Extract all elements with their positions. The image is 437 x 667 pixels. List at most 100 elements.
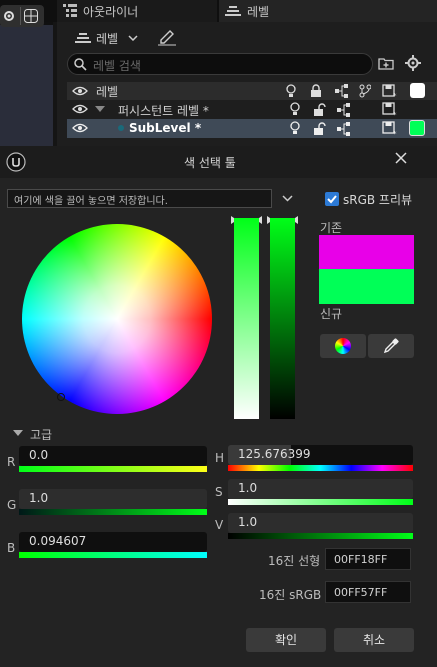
settings-icon[interactable]	[405, 55, 421, 71]
r-label: R	[7, 455, 16, 469]
h-label: H	[215, 451, 225, 465]
svg-text:*: *	[393, 130, 397, 137]
hex-linear-input[interactable]: 00FF18FF	[325, 548, 411, 570]
g-value: 1.0	[29, 491, 49, 505]
v-input[interactable]: 1.0	[228, 513, 413, 533]
hierarchy-icon[interactable]	[337, 122, 353, 136]
hex-linear-value: 00FF18FF	[334, 553, 388, 566]
checkmark-icon	[327, 195, 337, 204]
s-value: 1.0	[238, 481, 258, 495]
unreal-logo-icon	[6, 152, 26, 172]
levels-icon	[75, 33, 91, 43]
visibility-icon[interactable]	[72, 104, 88, 114]
v-value: 1.0	[238, 515, 258, 529]
level-search-field[interactable]: 레벨 검색	[67, 53, 373, 75]
collapse-arrow-icon[interactable]	[13, 430, 23, 437]
save-icon[interactable]: *	[382, 121, 398, 137]
level-name: 퍼시스턴트 레벨 *	[118, 104, 209, 118]
chevron-down-icon[interactable]	[282, 195, 293, 202]
tab-outliner[interactable]: 아웃라이너	[57, 0, 217, 22]
b-label: B	[7, 541, 16, 555]
color-wheel-cursor[interactable]	[57, 393, 65, 401]
levels-dropdown[interactable]: 레벨	[73, 27, 153, 49]
dialog-title-bar: 색 선택 툴	[0, 146, 437, 178]
branch-icon	[359, 84, 371, 98]
chevron-down-icon	[128, 35, 138, 41]
s-gradient[interactable]	[228, 499, 413, 505]
value-bar[interactable]	[270, 218, 295, 419]
srgb-preview-label: sRGB 프리뷰	[343, 193, 413, 207]
v-label: V	[215, 518, 224, 532]
color-drop-zone[interactable]: 여기에 색을 끌어 놓으면 저장합니다.	[7, 189, 272, 208]
hex-linear-label: 16진 선형	[268, 554, 321, 568]
lock-icon	[311, 84, 321, 97]
levels-column-label: 레벨	[96, 85, 119, 99]
tab-levels[interactable]: 레벨	[219, 0, 437, 22]
b-gradient[interactable]	[19, 552, 207, 558]
h-gradient[interactable]	[228, 465, 413, 471]
new-color-swatch	[319, 269, 414, 304]
g-gradient[interactable]	[19, 509, 207, 515]
level-dot-icon	[118, 125, 124, 131]
hierarchy-icon[interactable]	[337, 103, 353, 117]
hex-srgb-input[interactable]: 00FF57FF	[325, 581, 411, 603]
levels-list-header: 레벨 *	[67, 82, 437, 100]
eyedropper-button[interactable]	[368, 334, 414, 358]
g-input[interactable]: 1.0	[19, 489, 207, 509]
levels-icon	[225, 6, 241, 16]
close-icon[interactable]	[395, 152, 407, 164]
level-color-swatch[interactable]	[409, 120, 425, 136]
cancel-button[interactable]: 취소	[334, 628, 414, 652]
expand-arrow-icon[interactable]	[95, 106, 105, 113]
hex-srgb-value: 00FF57FF	[334, 586, 388, 599]
b-input[interactable]: 0.094607	[19, 532, 207, 552]
v-gradient[interactable]	[228, 533, 413, 539]
srgb-preview-checkbox[interactable]	[325, 192, 339, 206]
level-row-persistent[interactable]: 퍼시스턴트 레벨 * *	[67, 100, 437, 119]
search-placeholder: 레벨 검색	[93, 59, 141, 73]
r-value: 0.0	[29, 448, 49, 462]
new-color-label: 신규	[320, 307, 343, 321]
gear-icon[interactable]	[2, 9, 16, 23]
color-wheel-icon	[335, 338, 351, 354]
visibility-icon[interactable]	[72, 123, 88, 133]
h-value: 125.676399	[238, 447, 311, 461]
advanced-label: 고급	[30, 428, 53, 442]
save-icon[interactable]: *	[382, 102, 398, 118]
color-wheel-saturation	[22, 224, 212, 414]
old-color-label: 기존	[320, 221, 343, 235]
toolbar-divider	[20, 7, 21, 25]
tab-levels-label: 레벨	[247, 5, 270, 19]
hex-srgb-label: 16진 sRGB	[259, 588, 322, 602]
lightbulb-icon[interactable]	[290, 102, 300, 117]
add-folder-icon[interactable]	[378, 55, 394, 71]
color-wheel[interactable]	[22, 224, 212, 414]
lightbulb-icon[interactable]	[290, 121, 300, 136]
ok-button[interactable]: 확인	[246, 628, 326, 652]
s-input[interactable]: 1.0	[228, 479, 413, 499]
grid-layout-icon[interactable]	[24, 9, 38, 23]
s-label: S	[215, 485, 223, 499]
unlock-icon[interactable]	[313, 103, 327, 117]
viewport-toolbar	[0, 5, 44, 27]
r-input[interactable]: 0.0	[19, 446, 207, 466]
drop-hint: 여기에 색을 끌어 놓으면 저장합니다.	[14, 196, 168, 207]
dialog-title: 색 선택 툴	[184, 156, 236, 170]
unlock-icon[interactable]	[313, 122, 327, 136]
level-row-sublevel[interactable]: SubLevel * *	[67, 119, 437, 138]
lightbulb-icon	[286, 84, 296, 97]
h-input[interactable]: 125.676399	[228, 445, 413, 465]
search-icon	[74, 58, 87, 71]
b-value: 0.094607	[29, 534, 87, 548]
r-gradient[interactable]	[19, 466, 207, 472]
save-icon: *	[382, 84, 397, 98]
old-color-swatch[interactable]	[319, 235, 414, 269]
visibility-icon[interactable]	[72, 86, 88, 96]
tab-outliner-label: 아웃라이너	[83, 5, 139, 19]
color-wheel-mode-button[interactable]	[320, 334, 366, 358]
svg-text:*: *	[393, 111, 397, 118]
hierarchy-icon	[335, 84, 348, 98]
edit-icon[interactable]	[158, 28, 176, 46]
color-swatch-header	[410, 83, 425, 98]
saturation-bar[interactable]	[234, 218, 259, 419]
